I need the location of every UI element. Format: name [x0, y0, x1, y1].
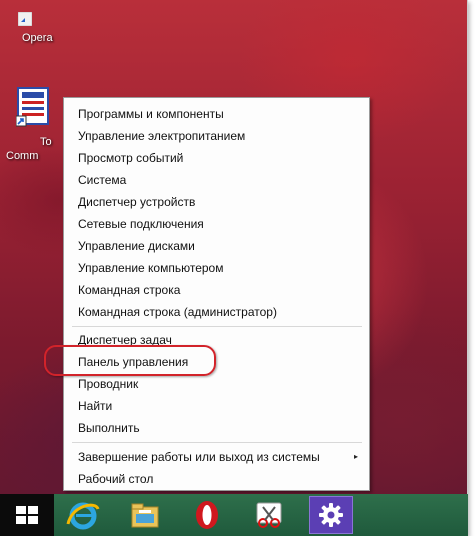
internet-explorer-icon — [66, 502, 100, 530]
menu-item-device-manager[interactable]: Диспетчер устройств — [65, 191, 368, 213]
menu-item-disk-management[interactable]: Управление дисками — [65, 235, 368, 257]
file-explorer-icon — [131, 503, 159, 528]
menu-item-command-prompt[interactable]: Командная строка — [65, 279, 368, 301]
winx-context-menu: Программы и компоненты Управление электр… — [63, 97, 370, 491]
menu-item-shutdown-signout[interactable]: Завершение работы или выход из системы ▸ — [65, 446, 368, 468]
snipping-tool-icon — [256, 502, 282, 528]
settings-gear-icon — [319, 503, 343, 527]
menu-item-command-prompt-admin[interactable]: Командная строка (администратор) — [65, 301, 368, 323]
menu-item-network-connections[interactable]: Сетевые подключения — [65, 213, 368, 235]
menu-item-programs-features[interactable]: Программы и компоненты — [65, 103, 368, 125]
taskbar-settings[interactable] — [309, 496, 353, 534]
menu-item-file-explorer[interactable]: Проводник — [65, 373, 368, 395]
windows-start-icon — [16, 506, 38, 524]
menu-item-shutdown-label: Завершение работы или выход из системы — [78, 450, 320, 464]
menu-item-run[interactable]: Выполнить — [65, 417, 368, 439]
total-commander-desktop-icon[interactable] — [15, 86, 50, 128]
taskbar-file-explorer[interactable] — [124, 497, 166, 533]
opera-icon — [196, 501, 218, 529]
menu-separator — [72, 442, 362, 443]
start-button[interactable] — [0, 494, 54, 536]
menu-item-event-viewer[interactable]: Просмотр событий — [65, 147, 368, 169]
submenu-arrow-icon: ▸ — [353, 452, 358, 461]
menu-item-desktop[interactable]: Рабочий стол — [65, 468, 368, 490]
taskbar-snipping-tool[interactable] — [248, 497, 290, 533]
menu-item-system[interactable]: Система — [65, 169, 368, 191]
total-commander-label-line2: Comm — [6, 150, 39, 162]
menu-separator — [72, 326, 362, 327]
menu-item-computer-management[interactable]: Управление компьютером — [65, 257, 368, 279]
taskbar — [0, 494, 468, 536]
opera-desktop-label[interactable]: Opera — [22, 32, 53, 44]
menu-item-power-options[interactable]: Управление электропитанием — [65, 125, 368, 147]
taskbar-opera[interactable] — [186, 497, 228, 533]
opera-desktop-icon[interactable] — [17, 11, 33, 27]
menu-item-search[interactable]: Найти — [65, 395, 368, 417]
taskbar-internet-explorer[interactable] — [62, 497, 104, 533]
total-commander-label-line1: To — [40, 136, 52, 148]
control-panel-highlight-annotation — [44, 345, 216, 376]
